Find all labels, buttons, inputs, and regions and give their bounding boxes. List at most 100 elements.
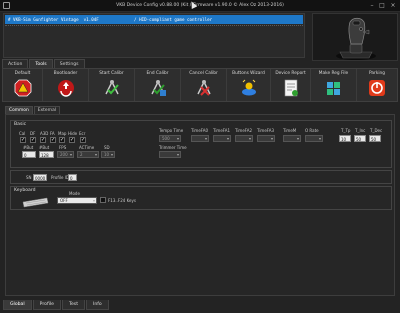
minimize-button[interactable]: –: [368, 2, 376, 9]
tempo-label: Tempo Time: [159, 128, 184, 133]
wizard-icon: [241, 79, 256, 96]
flag-hide-checkbox[interactable]: ✓: [69, 137, 75, 143]
tab-global[interactable]: Global: [3, 300, 32, 310]
flag-a3d-checkbox[interactable]: ✓: [40, 137, 46, 143]
calibrate-end-icon: [150, 80, 166, 96]
basic-group: Basic Cal DF A3D FA Map Hide Ecr ✓ ✓ ✓ ✓…: [10, 120, 392, 168]
tinc-input[interactable]: 50: [354, 135, 366, 142]
stop-warning-icon: [14, 79, 31, 97]
calibrate-cancel-icon: [196, 80, 211, 96]
tools-toolbar: Default Bootloader Start Calibr End Cali…: [2, 68, 398, 102]
tinc-label: T_Inc: [355, 128, 366, 133]
tempo-select[interactable]: 500: [159, 135, 181, 142]
flag-map-checkbox[interactable]: ✓: [59, 137, 65, 143]
flag-ecr-checkbox[interactable]: ✓: [80, 137, 86, 143]
device-preview: [312, 13, 398, 61]
sn-input[interactable]: 0000: [33, 174, 47, 181]
timer0-label: TimeFA0: [191, 128, 209, 133]
end-calibr-button[interactable]: End Calibr: [135, 69, 181, 101]
flag-fa-label: FA: [50, 131, 55, 136]
device-report-label: Device Report: [275, 71, 306, 76]
maximize-button[interactable]: □: [378, 2, 386, 9]
device-row[interactable]: # VKB-Sim Gunfighter Vintage v1.04F / HI…: [5, 15, 303, 24]
main-tabs: Action Tools Settings: [2, 59, 86, 68]
nbut2-input[interactable]: 128: [39, 151, 54, 158]
timerm-select[interactable]: [283, 135, 301, 142]
recycle-icon: [57, 80, 74, 97]
buttons-wizard-button[interactable]: Buttons Wizard: [227, 69, 271, 101]
device-list[interactable]: # VKB-Sim Gunfighter Vintage v1.04F / HI…: [3, 13, 305, 58]
f13-f24-label: F13..F24 Keys: [108, 198, 136, 203]
flag-ecr-label: Ecr: [79, 131, 86, 136]
timer2-select[interactable]: [235, 135, 253, 142]
kb-mode-select[interactable]: OFF: [57, 197, 97, 204]
window-title: VKB Device Config v0.88.00 (Kit / Firmwa…: [116, 3, 284, 8]
device-list-divider: [5, 25, 303, 26]
tab-external[interactable]: External: [33, 106, 60, 114]
orate-select[interactable]: [305, 135, 323, 142]
fps-select[interactable]: 200: [57, 151, 74, 158]
sub-tabs: Common External: [5, 106, 61, 114]
orate-label: O Rate: [305, 128, 319, 133]
keyboard-icon: [22, 197, 49, 208]
timer2-label: TimeFA2: [235, 128, 253, 133]
actime-label: ACTime: [79, 145, 95, 150]
nbut2-label: #But: [39, 145, 50, 150]
tab-common[interactable]: Common: [5, 106, 33, 114]
flag-cal-label: Cal: [19, 131, 26, 136]
start-calibr-label: Start Calibr: [99, 71, 124, 76]
device-report-button[interactable]: Device Report: [271, 69, 311, 101]
flag-cal-checkbox[interactable]: ✓: [20, 137, 26, 143]
profile-id-input[interactable]: 0: [68, 174, 77, 181]
tab-action[interactable]: Action: [2, 59, 29, 68]
parking-icon: [369, 80, 385, 96]
buttons-wizard-label: Buttons Wizard: [232, 71, 265, 76]
flag-a3d-label: A3D: [40, 131, 49, 136]
title-bar: VKB Device Config v0.88.00 (Kit / Firmwa…: [0, 0, 400, 12]
parking-button[interactable]: Parking: [357, 69, 397, 101]
timer1-select[interactable]: [213, 135, 231, 142]
default-label: Default: [14, 71, 31, 76]
keyboard-caption: Keyboard: [14, 188, 36, 193]
tab-tools[interactable]: Tools: [29, 59, 53, 68]
joystick-icon: [336, 17, 376, 60]
sn-label: SN: [26, 175, 32, 180]
registry-icon: [326, 82, 340, 95]
f13-f24-checkbox[interactable]: [100, 197, 106, 203]
cancel-calibr-label: Cancel Calibr: [189, 71, 218, 76]
timer3-select[interactable]: [257, 135, 275, 142]
end-calibr-label: End Calibr: [146, 71, 169, 76]
flag-fa-checkbox[interactable]: ✓: [50, 137, 56, 143]
tdec-label: T_Dec: [370, 128, 383, 133]
close-button[interactable]: ×: [389, 2, 397, 9]
sd-select[interactable]: 10: [101, 151, 115, 158]
timer0-select[interactable]: [191, 135, 209, 142]
tab-info[interactable]: Info: [86, 300, 109, 310]
make-reg-file-label: Make Reg File: [318, 71, 349, 76]
sn-group: SN 0000 Profile ID 0: [10, 170, 392, 184]
tab-test[interactable]: Test: [61, 300, 85, 310]
flag-df-label: DF: [30, 131, 36, 136]
timerm-label: TimeM: [283, 128, 297, 133]
cancel-calibr-button[interactable]: Cancel Calibr: [181, 69, 227, 101]
common-panel: Basic Cal DF A3D FA Map Hide Ecr ✓ ✓ ✓ ✓…: [5, 114, 395, 296]
bootloader-button[interactable]: Bootloader: [43, 69, 89, 101]
tdec-input[interactable]: 50: [369, 135, 381, 142]
basic-caption: Basic: [14, 122, 27, 127]
profile-id-label: Profile ID: [51, 175, 69, 180]
make-reg-file-button[interactable]: Make Reg File: [311, 69, 357, 101]
tab-settings[interactable]: Settings: [53, 59, 85, 68]
actime-select[interactable]: 2: [77, 151, 99, 158]
keyboard-group: Keyboard Mode OFF F13..F24 Keys: [10, 186, 392, 210]
kb-mode-label: Mode: [69, 191, 80, 196]
default-button[interactable]: Default: [3, 69, 43, 101]
trimmer-select[interactable]: [159, 151, 181, 158]
ttp-input[interactable]: 10: [339, 135, 351, 142]
nbut-input[interactable]: 0: [22, 151, 36, 158]
start-calibr-button[interactable]: Start Calibr: [89, 69, 135, 101]
bootloader-label: Bootloader: [53, 71, 78, 76]
timer1-label: TimeFA1: [213, 128, 231, 133]
flag-hide-label: Hide: [68, 131, 78, 136]
flag-df-checkbox[interactable]: ✓: [30, 137, 36, 143]
tab-profile[interactable]: Profile: [32, 300, 61, 310]
